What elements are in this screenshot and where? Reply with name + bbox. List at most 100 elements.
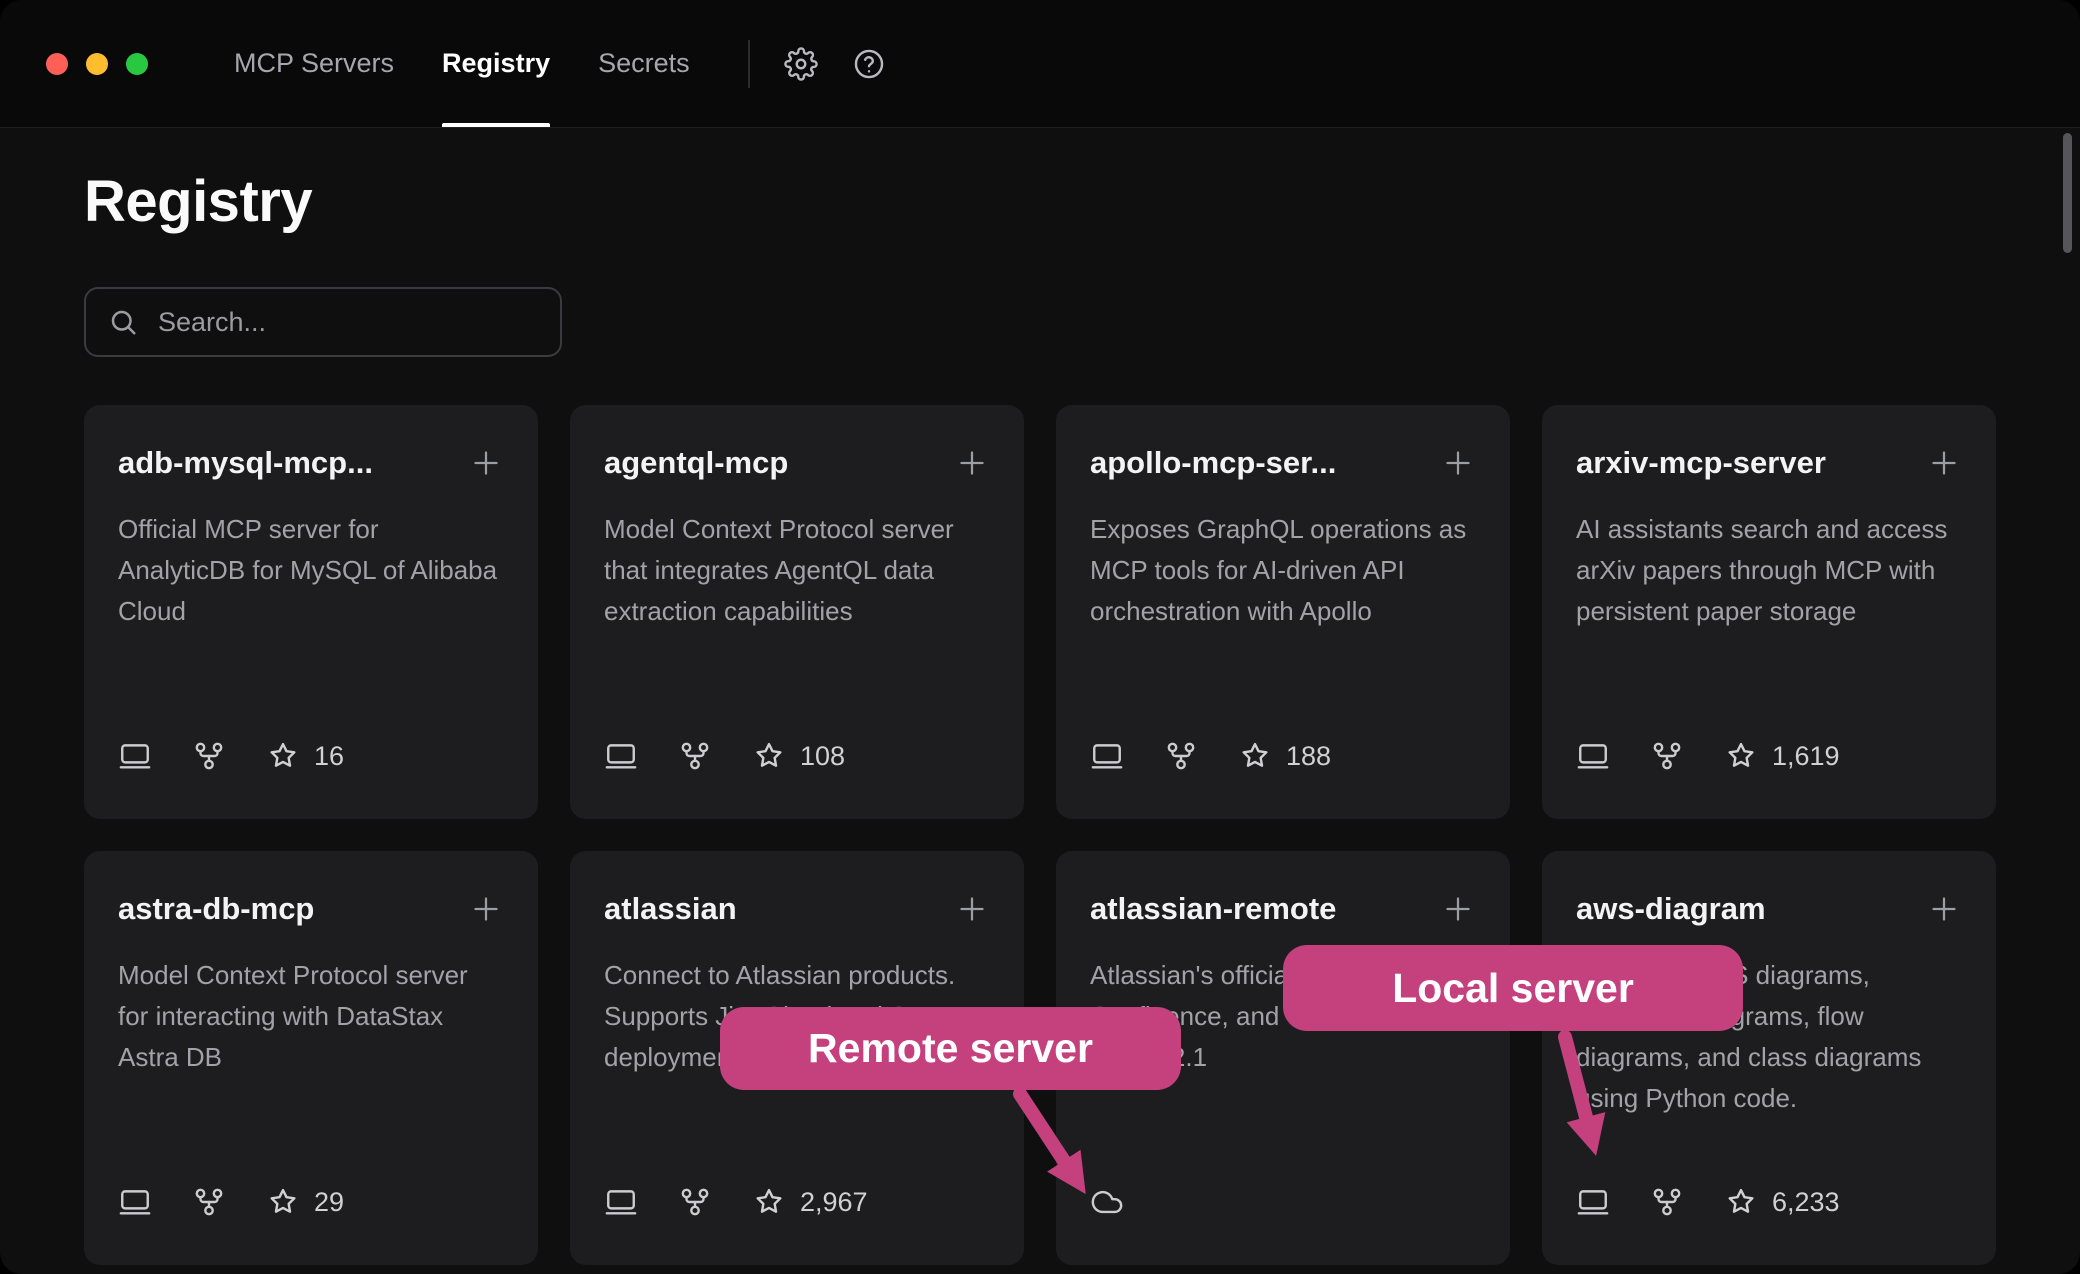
- server-description: Official MCP server for AnalyticDB for M…: [118, 509, 504, 632]
- help-icon: [852, 47, 886, 81]
- card-footer-local: 29: [118, 1185, 504, 1219]
- fork-icon: [192, 1185, 226, 1219]
- plus-icon: [1440, 891, 1476, 927]
- star-icon: [752, 739, 786, 773]
- server-name: agentql-mcp: [604, 445, 788, 481]
- star-icon: [1724, 739, 1758, 773]
- laptop-icon: [604, 1185, 638, 1219]
- card-footer-local: 108: [604, 739, 990, 773]
- server-name: adb-mysql-mcp...: [118, 445, 373, 481]
- server-name: apollo-mcp-ser...: [1090, 445, 1336, 481]
- add-server-button[interactable]: [954, 445, 990, 481]
- plus-icon: [954, 891, 990, 927]
- gear-icon: [784, 47, 818, 81]
- star-count: 29: [314, 1187, 344, 1218]
- tab-mcp-servers[interactable]: MCP Servers: [234, 0, 394, 127]
- plus-icon: [1926, 445, 1962, 481]
- fork-icon: [1650, 739, 1684, 773]
- local-server-callout: Local server: [1283, 945, 1743, 1031]
- search-icon: [108, 307, 138, 337]
- traffic-lights: [46, 53, 148, 75]
- add-server-button[interactable]: [1926, 445, 1962, 481]
- zoom-window-button[interactable]: [126, 53, 148, 75]
- laptop-icon: [1090, 739, 1124, 773]
- search-input[interactable]: [156, 306, 538, 339]
- plus-icon: [468, 445, 504, 481]
- add-server-button[interactable]: [468, 891, 504, 927]
- card-footer-local: 1,619: [1576, 739, 1962, 773]
- app-window: MCP Servers Registry Secrets Regist: [0, 0, 2080, 1274]
- star-count: 6,233: [1772, 1187, 1840, 1218]
- main-nav: MCP Servers Registry Secrets: [234, 0, 690, 127]
- card-footer: 2,967: [604, 1185, 990, 1219]
- plus-icon: [1926, 891, 1962, 927]
- card-footer-local: 16: [118, 739, 504, 773]
- star-count: 188: [1286, 741, 1331, 772]
- plus-icon: [468, 891, 504, 927]
- fork-icon: [1164, 739, 1198, 773]
- card-footer-local: 2,967: [604, 1185, 990, 1219]
- add-server-button[interactable]: [1926, 891, 1962, 927]
- star-icon: [1238, 739, 1272, 773]
- laptop-icon: [118, 739, 152, 773]
- card-footer-remote: [1090, 1185, 1476, 1219]
- card-footer-local: 6,233: [1576, 1185, 1962, 1219]
- laptop-icon: [118, 1185, 152, 1219]
- close-window-button[interactable]: [46, 53, 68, 75]
- server-card[interactable]: agentql-mcp Model Context Protocol serve…: [570, 405, 1024, 819]
- toolbar-divider: [748, 40, 750, 88]
- card-footer: 108: [604, 739, 990, 773]
- star-icon: [266, 739, 300, 773]
- server-description: AI assistants search and access arXiv pa…: [1576, 509, 1962, 632]
- fork-icon: [678, 1185, 712, 1219]
- server-description: Exposes GraphQL operations as MCP tools …: [1090, 509, 1476, 632]
- card-footer-local: 188: [1090, 739, 1476, 773]
- server-card[interactable]: apollo-mcp-ser... Exposes GraphQL operat…: [1056, 405, 1510, 819]
- plus-icon: [954, 445, 990, 481]
- server-name: aws-diagram: [1576, 891, 1766, 927]
- tab-secrets[interactable]: Secrets: [598, 0, 690, 127]
- server-card[interactable]: astra-db-mcp Model Context Protocol serv…: [84, 851, 538, 1265]
- remote-server-arrow: [990, 1080, 1130, 1230]
- card-footer: 1,619: [1576, 739, 1962, 773]
- server-card[interactable]: adb-mysql-mcp... Official MCP server for…: [84, 405, 538, 819]
- star-icon: [752, 1185, 786, 1219]
- server-name: astra-db-mcp: [118, 891, 314, 927]
- laptop-icon: [1576, 739, 1610, 773]
- star-count: 108: [800, 741, 845, 772]
- card-footer: 6,233: [1576, 1185, 1962, 1219]
- card-footer: 29: [118, 1185, 504, 1219]
- star-count: 16: [314, 741, 344, 772]
- server-name: atlassian: [604, 891, 737, 927]
- server-card[interactable]: arxiv-mcp-server AI assistants search an…: [1542, 405, 1996, 819]
- search-box: [84, 287, 562, 357]
- scrollbar-thumb[interactable]: [2063, 133, 2072, 253]
- server-description: Model Context Protocol server for intera…: [118, 955, 504, 1078]
- star-icon: [266, 1185, 300, 1219]
- card-footer: [1090, 1185, 1476, 1219]
- local-server-arrow: [1535, 1025, 1655, 1185]
- laptop-icon: [1576, 1185, 1610, 1219]
- add-server-button[interactable]: [1440, 445, 1476, 481]
- title-bar: MCP Servers Registry Secrets: [0, 0, 2080, 128]
- remote-server-callout: Remote server: [720, 1007, 1181, 1090]
- settings-button[interactable]: [784, 47, 818, 81]
- laptop-icon: [604, 739, 638, 773]
- star-count: 1,619: [1772, 741, 1840, 772]
- card-footer: 188: [1090, 739, 1476, 773]
- fork-icon: [678, 739, 712, 773]
- server-name: arxiv-mcp-server: [1576, 445, 1826, 481]
- help-button[interactable]: [852, 47, 886, 81]
- add-server-button[interactable]: [954, 891, 990, 927]
- tab-registry[interactable]: Registry: [442, 0, 550, 127]
- page-title: Registry: [84, 168, 1996, 235]
- server-name: atlassian-remote: [1090, 891, 1336, 927]
- star-icon: [1724, 1185, 1758, 1219]
- fork-icon: [192, 739, 226, 773]
- minimize-window-button[interactable]: [86, 53, 108, 75]
- add-server-button[interactable]: [468, 445, 504, 481]
- fork-icon: [1650, 1185, 1684, 1219]
- server-description: Model Context Protocol server that integ…: [604, 509, 990, 632]
- star-count: 2,967: [800, 1187, 868, 1218]
- add-server-button[interactable]: [1440, 891, 1476, 927]
